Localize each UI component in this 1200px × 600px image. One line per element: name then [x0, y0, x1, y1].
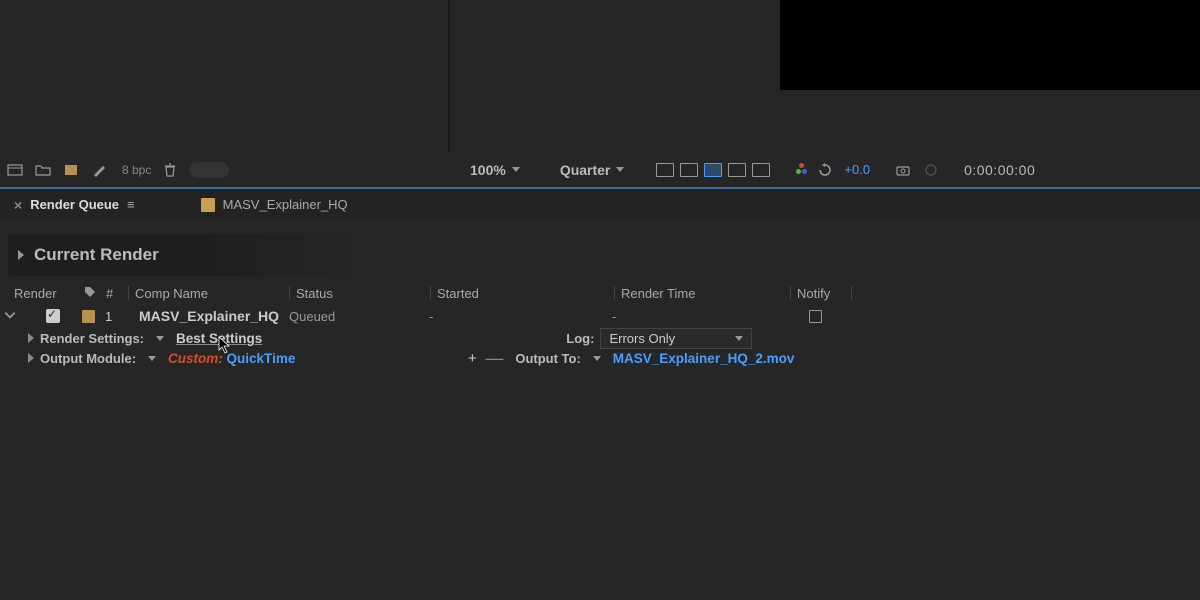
expand-output-module-icon[interactable] [28, 353, 34, 363]
mask-toggle-icon[interactable] [680, 163, 698, 177]
color-management-icon[interactable] [794, 161, 810, 177]
exposure-value[interactable]: +0.0 [844, 162, 870, 177]
transparency-grid-icon[interactable] [656, 163, 674, 177]
output-module-value[interactable]: Custom: QuickTime [168, 351, 295, 366]
item-render-time: - [612, 309, 787, 324]
render-settings-dropdown-icon[interactable] [154, 332, 166, 344]
brush-icon[interactable] [90, 161, 108, 179]
region-of-interest-icon[interactable] [704, 163, 722, 177]
output-module-dropdown-icon[interactable] [146, 352, 158, 364]
channel-icon[interactable] [728, 163, 746, 177]
resolution-value: Quarter [560, 162, 611, 178]
render-settings-label: Render Settings: [40, 331, 144, 346]
item-status: Queued [289, 309, 429, 324]
composition-icon [82, 310, 95, 323]
search-pill[interactable] [189, 162, 229, 178]
tab-label: Render Queue [30, 197, 119, 212]
expand-row-icon[interactable] [4, 309, 16, 324]
panel-tabs: × Render Queue ≡ MASV_Explainer_HQ [0, 188, 1200, 220]
chevron-right-icon [18, 250, 24, 260]
chevron-down-icon [512, 167, 520, 172]
item-comp-name: MASV_Explainer_HQ [139, 308, 289, 324]
column-started[interactable]: Started [431, 286, 614, 301]
column-comp-name[interactable]: Comp Name [129, 286, 289, 301]
add-output-module-icon[interactable]: + [465, 351, 479, 365]
log-value: Errors Only [609, 331, 675, 346]
column-render[interactable]: Render [8, 286, 78, 301]
footer-toolbar: 8 bpc 100% Quarter +0.0 [0, 152, 1200, 188]
panel-menu-icon[interactable]: ≡ [127, 197, 135, 212]
queue-empty-area [0, 372, 1200, 600]
resolution-dropdown[interactable]: Quarter [552, 159, 633, 181]
guides-icon[interactable] [752, 163, 770, 177]
detail-output-module-row: Output Module: Custom: QuickTime + — Out… [8, 348, 1192, 368]
output-module-label: Output Module: [40, 351, 136, 366]
render-settings-value[interactable]: Best Settings [176, 331, 262, 346]
current-render-header[interactable]: Current Render [8, 234, 1192, 276]
column-render-time[interactable]: Render Time [615, 286, 790, 301]
snapshot-icon[interactable] [894, 161, 912, 179]
queue-item-row[interactable]: 1 MASV_Explainer_HQ Queued - - [8, 304, 1192, 328]
render-checkbox[interactable] [46, 309, 60, 323]
column-notify[interactable]: Notify [791, 286, 851, 301]
tab-label: MASV_Explainer_HQ [223, 197, 348, 212]
zoom-dropdown[interactable]: 100% [462, 159, 528, 181]
column-label[interactable] [78, 286, 100, 301]
queue-table-header: Render # Comp Name Status Started Render… [8, 282, 1192, 304]
timecode-display[interactable]: 0:00:00:00 [964, 162, 1035, 178]
item-number: 1 [105, 309, 125, 324]
expand-render-settings-icon[interactable] [28, 333, 34, 343]
notify-checkbox[interactable] [809, 310, 822, 323]
chevron-down-icon [735, 336, 743, 341]
column-status[interactable]: Status [290, 286, 430, 301]
chevron-down-icon [616, 167, 624, 172]
composition-viewer[interactable] [780, 0, 1200, 90]
item-started: - [429, 309, 612, 324]
preview-area [0, 0, 1200, 152]
tab-composition[interactable]: MASV_Explainer_HQ [195, 193, 354, 216]
composition-icon [201, 198, 215, 212]
output-to-dropdown-icon[interactable] [591, 352, 603, 364]
composition-icon[interactable] [62, 161, 80, 179]
panel-divider[interactable] [448, 0, 450, 152]
zoom-value: 100% [470, 162, 506, 178]
bit-depth-label[interactable]: 8 bpc [122, 163, 151, 177]
trash-icon[interactable] [161, 161, 179, 179]
project-panel-icon[interactable] [6, 161, 24, 179]
remove-output-module-icon[interactable]: — [485, 348, 503, 369]
tab-render-queue[interactable]: × Render Queue ≡ [8, 193, 141, 217]
detail-render-settings-row: Render Settings: Best Settings Log: Erro… [8, 328, 1192, 348]
close-icon[interactable]: × [14, 197, 22, 213]
folder-icon[interactable] [34, 161, 52, 179]
log-label: Log: [566, 331, 594, 346]
reset-exposure-icon[interactable] [816, 161, 834, 179]
current-render-title: Current Render [34, 245, 159, 265]
show-snapshot-icon[interactable] [922, 161, 940, 179]
output-to-label: Output To: [515, 351, 580, 366]
column-number[interactable]: # [100, 286, 128, 301]
output-to-value[interactable]: MASV_Explainer_HQ_2.mov [613, 351, 795, 366]
log-dropdown[interactable]: Errors Only [600, 328, 752, 349]
